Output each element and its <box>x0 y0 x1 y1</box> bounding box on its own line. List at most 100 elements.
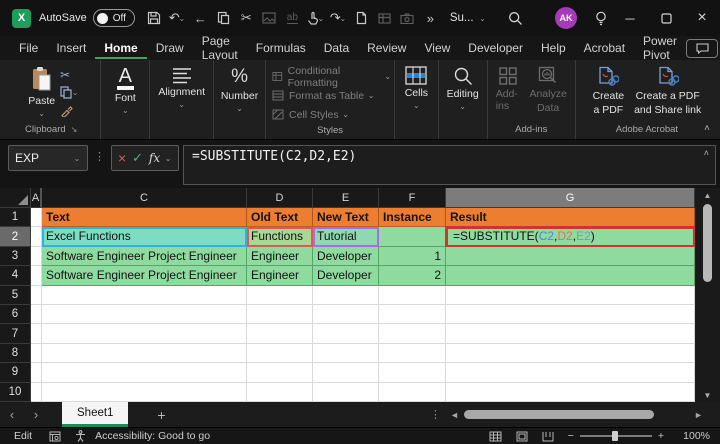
create-pdf-button[interactable]: Create a PDF <box>588 65 630 117</box>
tab-view[interactable]: View <box>415 38 459 59</box>
paste-button[interactable]: Paste ⌄ <box>23 65 60 119</box>
cell-C6[interactable] <box>42 304 247 325</box>
cell-E6[interactable] <box>313 304 379 325</box>
cell-F1[interactable]: Instance <box>379 208 446 228</box>
row-header-7[interactable]: 7 <box>0 324 31 344</box>
cell-A3[interactable] <box>31 246 42 267</box>
cell-G8[interactable] <box>446 343 695 364</box>
cut-button[interactable]: ✂ <box>60 67 79 82</box>
cell-G5[interactable] <box>446 285 695 305</box>
new-file-icon[interactable] <box>350 5 373 31</box>
cell-G4[interactable] <box>446 266 695 286</box>
scroll-up-icon[interactable]: ▲ <box>704 188 712 202</box>
create-pdf-share-button[interactable]: Create a PDF and Share link <box>629 65 706 117</box>
scroll-down-icon[interactable]: ▼ <box>704 388 712 402</box>
tab-developer[interactable]: Developer <box>459 38 532 59</box>
cell-G2-active[interactable]: =SUBSTITUTE(C2,D2,E2) <box>445 226 696 248</box>
tab-draw[interactable]: Draw <box>147 38 193 59</box>
tabbar-grip-icon[interactable]: ⋮ <box>430 408 441 421</box>
page-break-preview-icon[interactable] <box>542 431 554 442</box>
row-header-9[interactable]: 9 <box>0 363 31 383</box>
copy-button[interactable]: ⌄ <box>60 85 79 100</box>
autosave-toggle[interactable]: Off <box>92 9 135 27</box>
redo-chevron-icon[interactable]: ⌄ <box>339 14 347 23</box>
cell-E3[interactable]: Developer <box>313 246 379 267</box>
ink-chevron-icon[interactable]: ⌄ <box>317 14 325 23</box>
tab-formulas[interactable]: Formulas <box>247 38 315 59</box>
prev-sheet-icon[interactable]: ‹ <box>0 407 24 422</box>
cell-E2[interactable]: Tutorial <box>313 227 379 247</box>
cell-C1[interactable]: Text <box>42 208 247 228</box>
tab-help[interactable]: Help <box>532 38 575 59</box>
namebox-chevron-icon[interactable]: ⌄ <box>73 154 81 163</box>
cell-C7[interactable] <box>42 324 247 344</box>
collapse-formula-bar-icon[interactable]: ˄ <box>704 149 709 159</box>
close-button[interactable]: × <box>684 0 720 36</box>
cell-E1[interactable]: New Text <box>313 208 379 228</box>
cell-A4[interactable] <box>31 266 42 286</box>
back-icon[interactable]: ← <box>189 5 212 31</box>
toolbar-overflow-icon[interactable]: » <box>419 5 442 31</box>
number-button[interactable]: % Number ⌄ <box>216 65 263 114</box>
cell-C2[interactable]: Excel Functions <box>42 227 247 247</box>
cell-G6[interactable] <box>446 304 695 325</box>
column-header-D[interactable]: D <box>247 188 313 208</box>
formula-bar-grip-icon[interactable]: ⋮ <box>92 145 107 163</box>
row-header-1[interactable]: 1 <box>0 208 31 228</box>
redo-icon[interactable]: ↷ ⌄ <box>327 5 350 31</box>
horizontal-scrollbar[interactable] <box>462 410 690 420</box>
cells-button[interactable]: Cells ⌄ <box>400 65 433 111</box>
cell-A6[interactable] <box>31 304 42 325</box>
cell-G10[interactable] <box>446 382 695 402</box>
cell-D2[interactable]: Functions <box>247 227 313 247</box>
ink-gesture-icon[interactable]: ⌄ <box>304 5 327 31</box>
row-header-8[interactable]: 8 <box>0 343 31 364</box>
cell-F8[interactable] <box>379 343 446 364</box>
tab-acrobat[interactable]: Acrobat <box>575 38 634 59</box>
clipboard-dialog-launcher-icon[interactable]: ↘ <box>71 125 78 134</box>
cell-A10[interactable] <box>31 382 42 402</box>
cell-F3[interactable]: 1 <box>379 246 446 267</box>
search-icon[interactable] <box>504 5 527 31</box>
cell-D6[interactable] <box>247 304 313 325</box>
copy-icon[interactable] <box>212 5 235 31</box>
scroll-left-icon[interactable]: ◄ <box>450 410 459 420</box>
row-header-10[interactable]: 10 <box>0 382 31 402</box>
cell-A7[interactable] <box>31 324 42 344</box>
cell-E9[interactable] <box>313 363 379 383</box>
save-icon[interactable] <box>143 5 166 31</box>
cell-G9[interactable] <box>446 363 695 383</box>
zoom-level[interactable]: 100% <box>678 430 710 442</box>
zoom-slider-thumb[interactable] <box>611 431 618 441</box>
row-header-5[interactable]: 5 <box>0 285 31 305</box>
select-all-corner[interactable] <box>0 188 31 208</box>
cell-D7[interactable] <box>247 324 313 344</box>
zoom-slider[interactable] <box>579 431 652 441</box>
cell-D8[interactable] <box>247 343 313 364</box>
cell-D3[interactable]: Engineer <box>247 246 313 267</box>
alignment-button[interactable]: Alignment ⌄ <box>153 65 210 110</box>
next-sheet-icon[interactable]: › <box>24 407 48 422</box>
cell-G7[interactable] <box>446 324 695 344</box>
column-header-G[interactable]: G <box>446 188 695 208</box>
add-sheet-icon[interactable]: + <box>146 407 176 423</box>
tab-insert[interactable]: Insert <box>47 38 95 59</box>
undo-chevron-icon[interactable]: ⌄ <box>178 14 186 23</box>
lightbulb-icon[interactable] <box>589 5 612 31</box>
cell-F7[interactable] <box>379 324 446 344</box>
insert-function-icon[interactable]: fx <box>149 151 160 165</box>
cell-F5[interactable] <box>379 285 446 305</box>
undo-icon[interactable]: ↶ ⌄ <box>166 5 189 31</box>
document-title[interactable]: Su... ⌄ <box>450 12 487 24</box>
accessibility-status[interactable]: Accessibility: Good to go <box>95 430 210 442</box>
cell-D4[interactable]: Engineer <box>247 266 313 286</box>
tab-home[interactable]: Home <box>95 38 147 59</box>
cell-F9[interactable] <box>379 363 446 383</box>
font-button[interactable]: A Font ⌄ <box>110 65 141 116</box>
cell-F10[interactable] <box>379 382 446 402</box>
cell-A1[interactable] <box>31 208 42 228</box>
row-header-2[interactable]: 2 <box>0 227 31 247</box>
cell-A9[interactable] <box>31 363 42 383</box>
cell-E10[interactable] <box>313 382 379 402</box>
page-layout-view-icon[interactable] <box>516 431 528 442</box>
